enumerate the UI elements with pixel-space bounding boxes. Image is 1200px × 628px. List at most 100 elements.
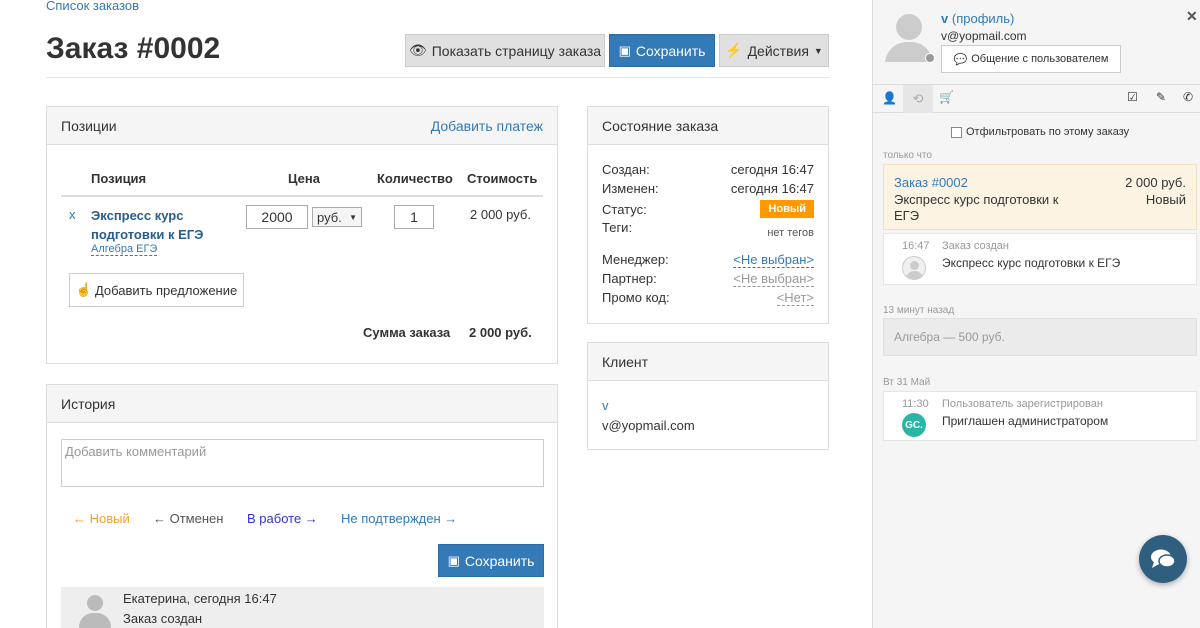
- price-input[interactable]: 2000: [246, 205, 308, 229]
- user-registered-event: 11:30 GC. Пользователь зарегистрирован П…: [883, 391, 1197, 441]
- user-avatar: [79, 593, 111, 628]
- client-heading: Клиент: [602, 353, 649, 370]
- positions-table-header: Позиция Цена Количество Стоимость: [61, 169, 543, 197]
- event-order-course-line2: ЕГЭ: [894, 208, 920, 223]
- status-in-progress-link[interactable]: В работе →: [247, 511, 318, 526]
- manager-label: Менеджер:: [602, 252, 669, 267]
- reg-text: Приглашен администратором: [942, 414, 1109, 428]
- history-entry-text: Заказ создан: [123, 611, 203, 626]
- sidebar-user-name-link[interactable]: v: [941, 11, 948, 26]
- remove-item-button[interactable]: x: [69, 207, 76, 222]
- note-text: Алгебра — 500 руб.: [894, 330, 1005, 344]
- comment-textarea[interactable]: Добавить комментарий: [61, 439, 544, 487]
- add-payment-link[interactable]: Добавить платеж: [431, 118, 543, 134]
- save-button[interactable]: ▣ Сохранить: [609, 34, 715, 67]
- manager-select-link[interactable]: <Не выбран>: [733, 252, 814, 268]
- actions-dropdown[interactable]: ⚡ Действия ▼: [719, 34, 829, 67]
- save-label: Сохранить: [635, 42, 706, 59]
- status-unconfirmed-link[interactable]: Не подтвержден →: [341, 511, 457, 526]
- timeline-group-13min: 13 минут назад: [883, 305, 955, 316]
- sidebar-user-email: v@yopmail.com: [941, 29, 1027, 43]
- actions-label: Действия: [747, 42, 809, 59]
- order-state-heading: Состояние заказа: [602, 117, 719, 134]
- close-icon[interactable]: ✕: [1186, 8, 1198, 25]
- show-order-page-label: Показать страницу заказа: [431, 42, 602, 59]
- history-entry: Екатерина, сегодня 16:47 Заказ создан: [61, 587, 544, 628]
- history-save-button[interactable]: ▣ Сохранить: [438, 544, 544, 577]
- hand-pointer-icon: ☝: [75, 282, 92, 297]
- status-cancelled-link[interactable]: ← Отменен: [153, 511, 223, 526]
- positions-panel: Позиции Добавить платеж Позиция Цена Кол…: [46, 106, 558, 364]
- col-price: Цена: [288, 171, 320, 186]
- show-order-page-button[interactable]: 👁 Показать страницу заказа: [405, 34, 605, 67]
- filter-label: Отфильтровать по этому заказу: [966, 126, 1130, 138]
- total-value: 2 000 руб.: [469, 325, 532, 340]
- status-new-link[interactable]: ← Новый: [73, 511, 130, 526]
- item-subtitle-link[interactable]: Алгебра ЕГЭ: [91, 243, 158, 256]
- item-name-line1: Экспресс курс: [91, 208, 184, 223]
- col-quantity: Количество: [377, 171, 453, 186]
- timeline-group-now: только что: [883, 150, 932, 161]
- event-order-link[interactable]: Заказ #0002: [894, 175, 968, 190]
- filter-by-order[interactable]: Отфильтровать по этому заказу: [951, 126, 1129, 138]
- tab-tasks-icon[interactable]: ☑: [1127, 90, 1138, 104]
- note-card: Алгебра — 500 руб.: [883, 318, 1197, 356]
- tags-value[interactable]: нет тегов: [767, 227, 814, 239]
- item-name-link[interactable]: Экспресс курс подготовки к ЕГЭ: [91, 206, 203, 244]
- select-arrow-icon: ▼: [349, 212, 357, 222]
- tags-label: Теги:: [602, 220, 633, 235]
- partner-select-link[interactable]: <Не выбран>: [733, 271, 814, 287]
- caret-down-icon: ▼: [813, 45, 823, 56]
- add-offer-button[interactable]: ☝ Добавить предложение: [69, 273, 244, 307]
- client-name-link[interactable]: v: [602, 398, 609, 413]
- floppy-icon: ▣: [447, 552, 460, 568]
- order-created-event: 16:47 Заказ создан Экспресс курс подгото…: [883, 233, 1197, 285]
- col-position: Позиция: [91, 171, 147, 186]
- timeline-group-may31: Вт 31 Май: [883, 377, 931, 388]
- history-heading: История: [61, 395, 116, 412]
- sidebar-profile-link[interactable]: (профиль): [952, 11, 1014, 26]
- order-event-card: Заказ #0002 2 000 руб. Экспресс курс под…: [883, 164, 1197, 230]
- created-label: Создан:: [602, 162, 650, 177]
- comments-icon: 💬: [953, 53, 968, 66]
- tab-phone-icon[interactable]: ✆: [1183, 90, 1193, 104]
- tab-cart-icon[interactable]: 🛒: [939, 90, 954, 104]
- filter-checkbox[interactable]: [951, 126, 962, 138]
- chat-fab-button[interactable]: [1139, 535, 1187, 583]
- chat-with-user-button[interactable]: 💬 Общение с пользователем: [941, 45, 1121, 73]
- item-name-line2: подготовки к ЕГЭ: [91, 227, 204, 242]
- header-divider: [46, 77, 829, 78]
- offline-status-icon: [925, 53, 935, 63]
- total-label: Сумма заказа: [363, 325, 451, 340]
- tab-user-icon[interactable]: 👤: [882, 91, 897, 105]
- page-title: Заказ #0002: [46, 32, 221, 65]
- partner-label: Партнер:: [602, 271, 657, 286]
- event-title: Заказ создан: [942, 240, 1009, 252]
- col-cost: Стоимость: [467, 171, 538, 186]
- tab-history-icon[interactable]: ⟲: [903, 85, 933, 113]
- lightning-icon: ⚡: [725, 42, 743, 58]
- history-save-label: Сохранить: [464, 552, 535, 569]
- positions-heading: Позиции: [61, 117, 117, 134]
- tab-edit-icon[interactable]: ✎: [1156, 90, 1166, 104]
- promo-select-link[interactable]: <Нет>: [776, 290, 814, 306]
- event-time: 16:47: [902, 240, 930, 252]
- event-order-amount: 2 000 руб.: [1125, 175, 1186, 190]
- event-order-status: Новый: [1145, 192, 1186, 207]
- quantity-input[interactable]: 1: [394, 205, 434, 229]
- currency-value: руб.: [317, 209, 342, 225]
- status-label: Статус:: [602, 201, 647, 217]
- changed-value: сегодня 16:47: [730, 181, 814, 196]
- user-sidebar: v (профиль) v@yopmail.com 💬 Общение с по…: [872, 0, 1200, 628]
- floppy-icon: ▣: [618, 42, 631, 58]
- event-order-course-line1: Экспресс курс подготовки к: [894, 192, 1059, 207]
- reg-title: Пользователь зарегистрирован: [942, 398, 1103, 410]
- created-value: сегодня 16:47: [730, 162, 814, 177]
- history-panel: История Добавить комментарий ← Новый ← О…: [46, 384, 558, 628]
- promo-label: Промо код:: [602, 290, 670, 305]
- event-text: Экспресс курс подготовки к ЕГЭ: [942, 256, 1121, 270]
- currency-select[interactable]: руб. ▼: [312, 207, 362, 227]
- breadcrumb[interactable]: Список заказов: [46, 0, 139, 13]
- status-badge[interactable]: Новый: [760, 200, 814, 218]
- admin-avatar: GC.: [902, 413, 926, 437]
